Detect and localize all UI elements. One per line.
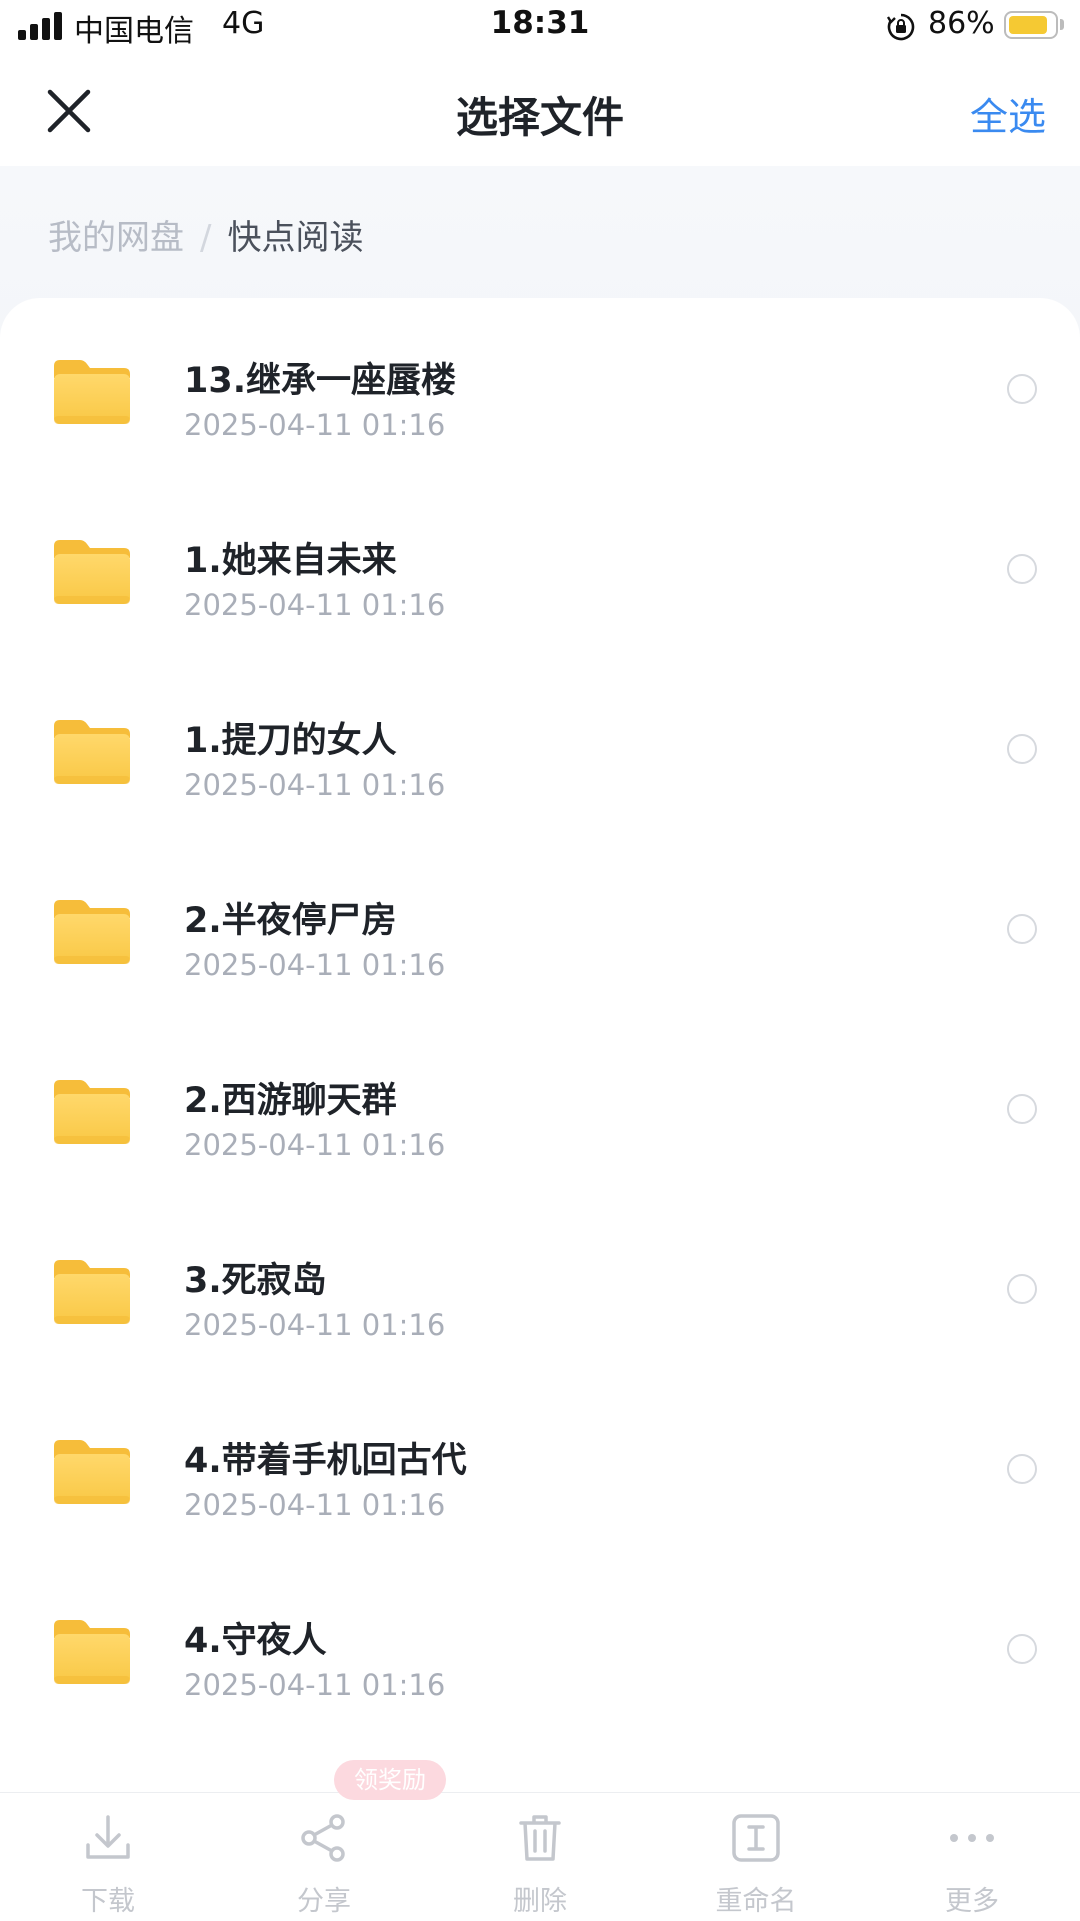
folder-icon [54, 540, 130, 604]
folder-icon [54, 1620, 130, 1684]
folder-icon [54, 720, 130, 784]
file-name: 1.提刀的女人 [184, 721, 397, 761]
file-row[interactable]: 1.她来自未来 2025-04-11 01:16 [0, 478, 1080, 658]
trash-icon [519, 1815, 561, 1861]
battery-icon [1004, 11, 1058, 39]
more-label: 更多 [945, 1886, 999, 1917]
file-date: 2025-04-11 01:16 [184, 1488, 446, 1522]
status-time: 18:31 [490, 5, 590, 41]
breadcrumb-separator: / [200, 218, 212, 258]
file-row[interactable]: 3.死寂岛 2025-04-11 01:16 [0, 1198, 1080, 1378]
header: 选择文件 全选 [0, 56, 1080, 166]
file-date: 2025-04-11 01:16 [184, 948, 446, 982]
rotation-lock-icon [886, 13, 915, 41]
folder-icon [54, 1440, 130, 1504]
file-date: 2025-04-11 01:16 [184, 1128, 446, 1162]
file-name: 2.西游聊天群 [184, 1081, 397, 1121]
folder-icon [54, 1080, 130, 1144]
download-label: 下载 [81, 1886, 135, 1917]
select-all-button[interactable]: 全选 [970, 86, 1046, 141]
battery-cap [1060, 19, 1064, 30]
breadcrumb: 我的网盘 / 快点阅读 [48, 210, 363, 259]
file-date: 2025-04-11 01:16 [184, 768, 446, 802]
file-name: 2.半夜停尸房 [184, 901, 397, 941]
delete-button[interactable]: 删除 [432, 1793, 648, 1921]
folder-icon [54, 900, 130, 964]
file-name: 4.守夜人 [184, 1621, 327, 1661]
breadcrumb-root[interactable]: 我的网盘 [48, 218, 184, 258]
bottom-toolbar: 下载 分享 删除 重命名 更多 [0, 1792, 1080, 1921]
status-bar: 中国电信 4G 18:31 86% [0, 0, 1080, 56]
file-date: 2025-04-11 01:16 [184, 1668, 446, 1702]
more-icon [950, 1834, 994, 1842]
close-icon[interactable] [42, 84, 98, 140]
file-name: 13.继承一座蜃楼 [184, 361, 457, 401]
file-row[interactable]: 13.继承一座蜃楼 2025-04-11 01:16 [0, 298, 1080, 478]
select-radio[interactable] [1007, 734, 1037, 764]
file-row[interactable]: 4.守夜人 2025-04-11 01:16 [0, 1558, 1080, 1738]
file-date: 2025-04-11 01:16 [184, 588, 446, 622]
file-row[interactable]: 4.带着手机回古代 2025-04-11 01:16 [0, 1378, 1080, 1558]
select-radio[interactable] [1007, 374, 1037, 404]
share-label: 分享 [297, 1886, 351, 1917]
share-button[interactable]: 分享 [216, 1793, 432, 1921]
file-name: 3.死寂岛 [184, 1261, 327, 1301]
file-row[interactable]: 1.提刀的女人 2025-04-11 01:16 [0, 658, 1080, 838]
file-list: 13.继承一座蜃楼 2025-04-11 01:16 1.她来自未来 2025-… [0, 298, 1080, 1792]
file-date: 2025-04-11 01:16 [184, 1308, 446, 1342]
select-radio[interactable] [1007, 1454, 1037, 1484]
select-radio[interactable] [1007, 1274, 1037, 1304]
file-name: 4.带着手机回古代 [184, 1441, 467, 1481]
file-row[interactable]: 2.半夜停尸房 2025-04-11 01:16 [0, 838, 1080, 1018]
folder-icon [54, 360, 130, 424]
delete-label: 删除 [513, 1886, 567, 1917]
file-date: 2025-04-11 01:16 [184, 408, 446, 442]
select-radio[interactable] [1007, 1094, 1037, 1124]
rename-icon [732, 1814, 780, 1862]
rename-label: 重命名 [715, 1886, 797, 1917]
download-icon [86, 1815, 130, 1859]
page-title: 选择文件 [455, 93, 624, 142]
select-radio[interactable] [1007, 1634, 1037, 1664]
select-radio[interactable] [1007, 554, 1037, 584]
select-radio[interactable] [1007, 914, 1037, 944]
battery-percentage: 86% [928, 6, 995, 41]
file-name: 1.她来自未来 [184, 541, 397, 581]
more-button[interactable]: 更多 [864, 1793, 1080, 1921]
battery-level [1009, 16, 1047, 34]
breadcrumb-current: 快点阅读 [227, 218, 364, 258]
rename-button[interactable]: 重命名 [648, 1793, 864, 1921]
download-button[interactable]: 下载 [0, 1793, 216, 1921]
reward-badge[interactable]: 领奖励 [334, 1760, 446, 1800]
folder-icon [54, 1260, 130, 1324]
share-icon [301, 1814, 345, 1862]
file-row[interactable]: 2.西游聊天群 2025-04-11 01:16 [0, 1018, 1080, 1198]
